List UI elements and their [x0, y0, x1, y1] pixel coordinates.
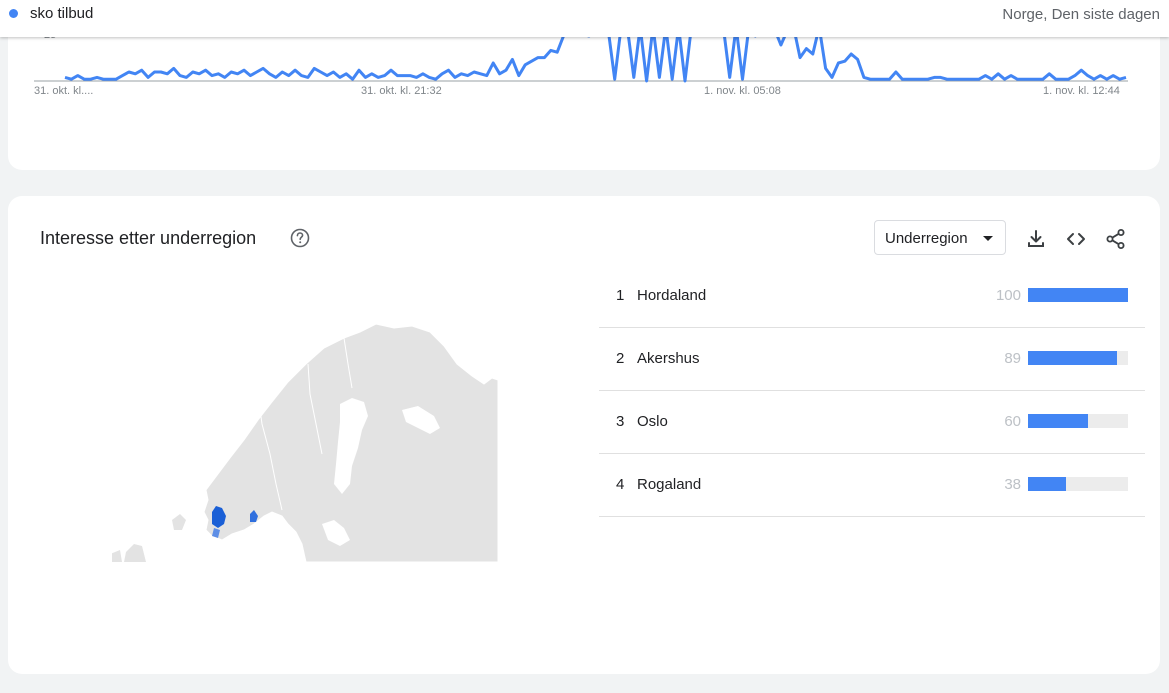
embed-icon[interactable] — [1065, 228, 1087, 250]
rank-number: 2 — [616, 350, 625, 367]
ranking-row[interactable]: 2 Akershus 89 — [599, 327, 1145, 391]
region-name: Akershus — [637, 350, 700, 367]
interest-value: 89 — [1004, 350, 1021, 367]
interest-bar — [1028, 477, 1066, 491]
interest-bar — [1028, 288, 1128, 302]
region-name: Rogaland — [637, 476, 702, 493]
rank-number: 1 — [616, 287, 625, 304]
x-tick-label: 31. okt. kl.... — [34, 85, 94, 97]
help-icon[interactable] — [290, 228, 310, 248]
interest-value: 60 — [1004, 413, 1021, 430]
ranking-row[interactable]: 1 Hordaland 100 — [599, 264, 1145, 328]
search-term-label[interactable]: sko tilbud — [30, 5, 93, 22]
ranking-row[interactable]: 4 Rogaland 38 — [599, 453, 1145, 517]
interest-bar-track — [1028, 351, 1128, 365]
top-bar: sko tilbud Norge, Den siste dagen — [0, 0, 1169, 37]
interest-bar-track — [1028, 288, 1128, 302]
x-tick-label: 1. nov. kl. 12:44 — [1043, 85, 1120, 97]
interest-by-subregion-card: Interesse etter underregion Underregion — [8, 196, 1160, 674]
section-title: Interesse etter underregion — [40, 228, 257, 248]
region-map[interactable] — [112, 324, 498, 562]
interest-bar-track — [1028, 414, 1128, 428]
region-name: Hordaland — [637, 287, 707, 304]
interest-value: 100 — [995, 287, 1021, 304]
region-name: Oslo — [637, 413, 668, 430]
dropdown-label: Underregion — [885, 230, 968, 247]
x-tick-label: 1. nov. kl. 05:08 — [704, 85, 781, 97]
region-level-dropdown[interactable]: Underregion — [874, 220, 1006, 255]
ranking-row[interactable]: 3 Oslo 60 — [599, 390, 1145, 454]
rank-number: 3 — [616, 413, 625, 430]
caret-down-icon — [983, 236, 993, 241]
x-tick-label: 31. okt. kl. 21:32 — [361, 85, 442, 97]
interest-bar — [1028, 351, 1117, 365]
interest-bar-track — [1028, 477, 1128, 491]
interest-value: 38 — [1004, 476, 1021, 493]
download-icon[interactable] — [1025, 228, 1047, 250]
term-color-dot — [9, 9, 18, 18]
rank-number: 4 — [616, 476, 625, 493]
geo-time-label: Norge, Den siste dagen — [1002, 6, 1160, 23]
share-icon[interactable] — [1105, 228, 1127, 250]
interest-bar — [1028, 414, 1088, 428]
